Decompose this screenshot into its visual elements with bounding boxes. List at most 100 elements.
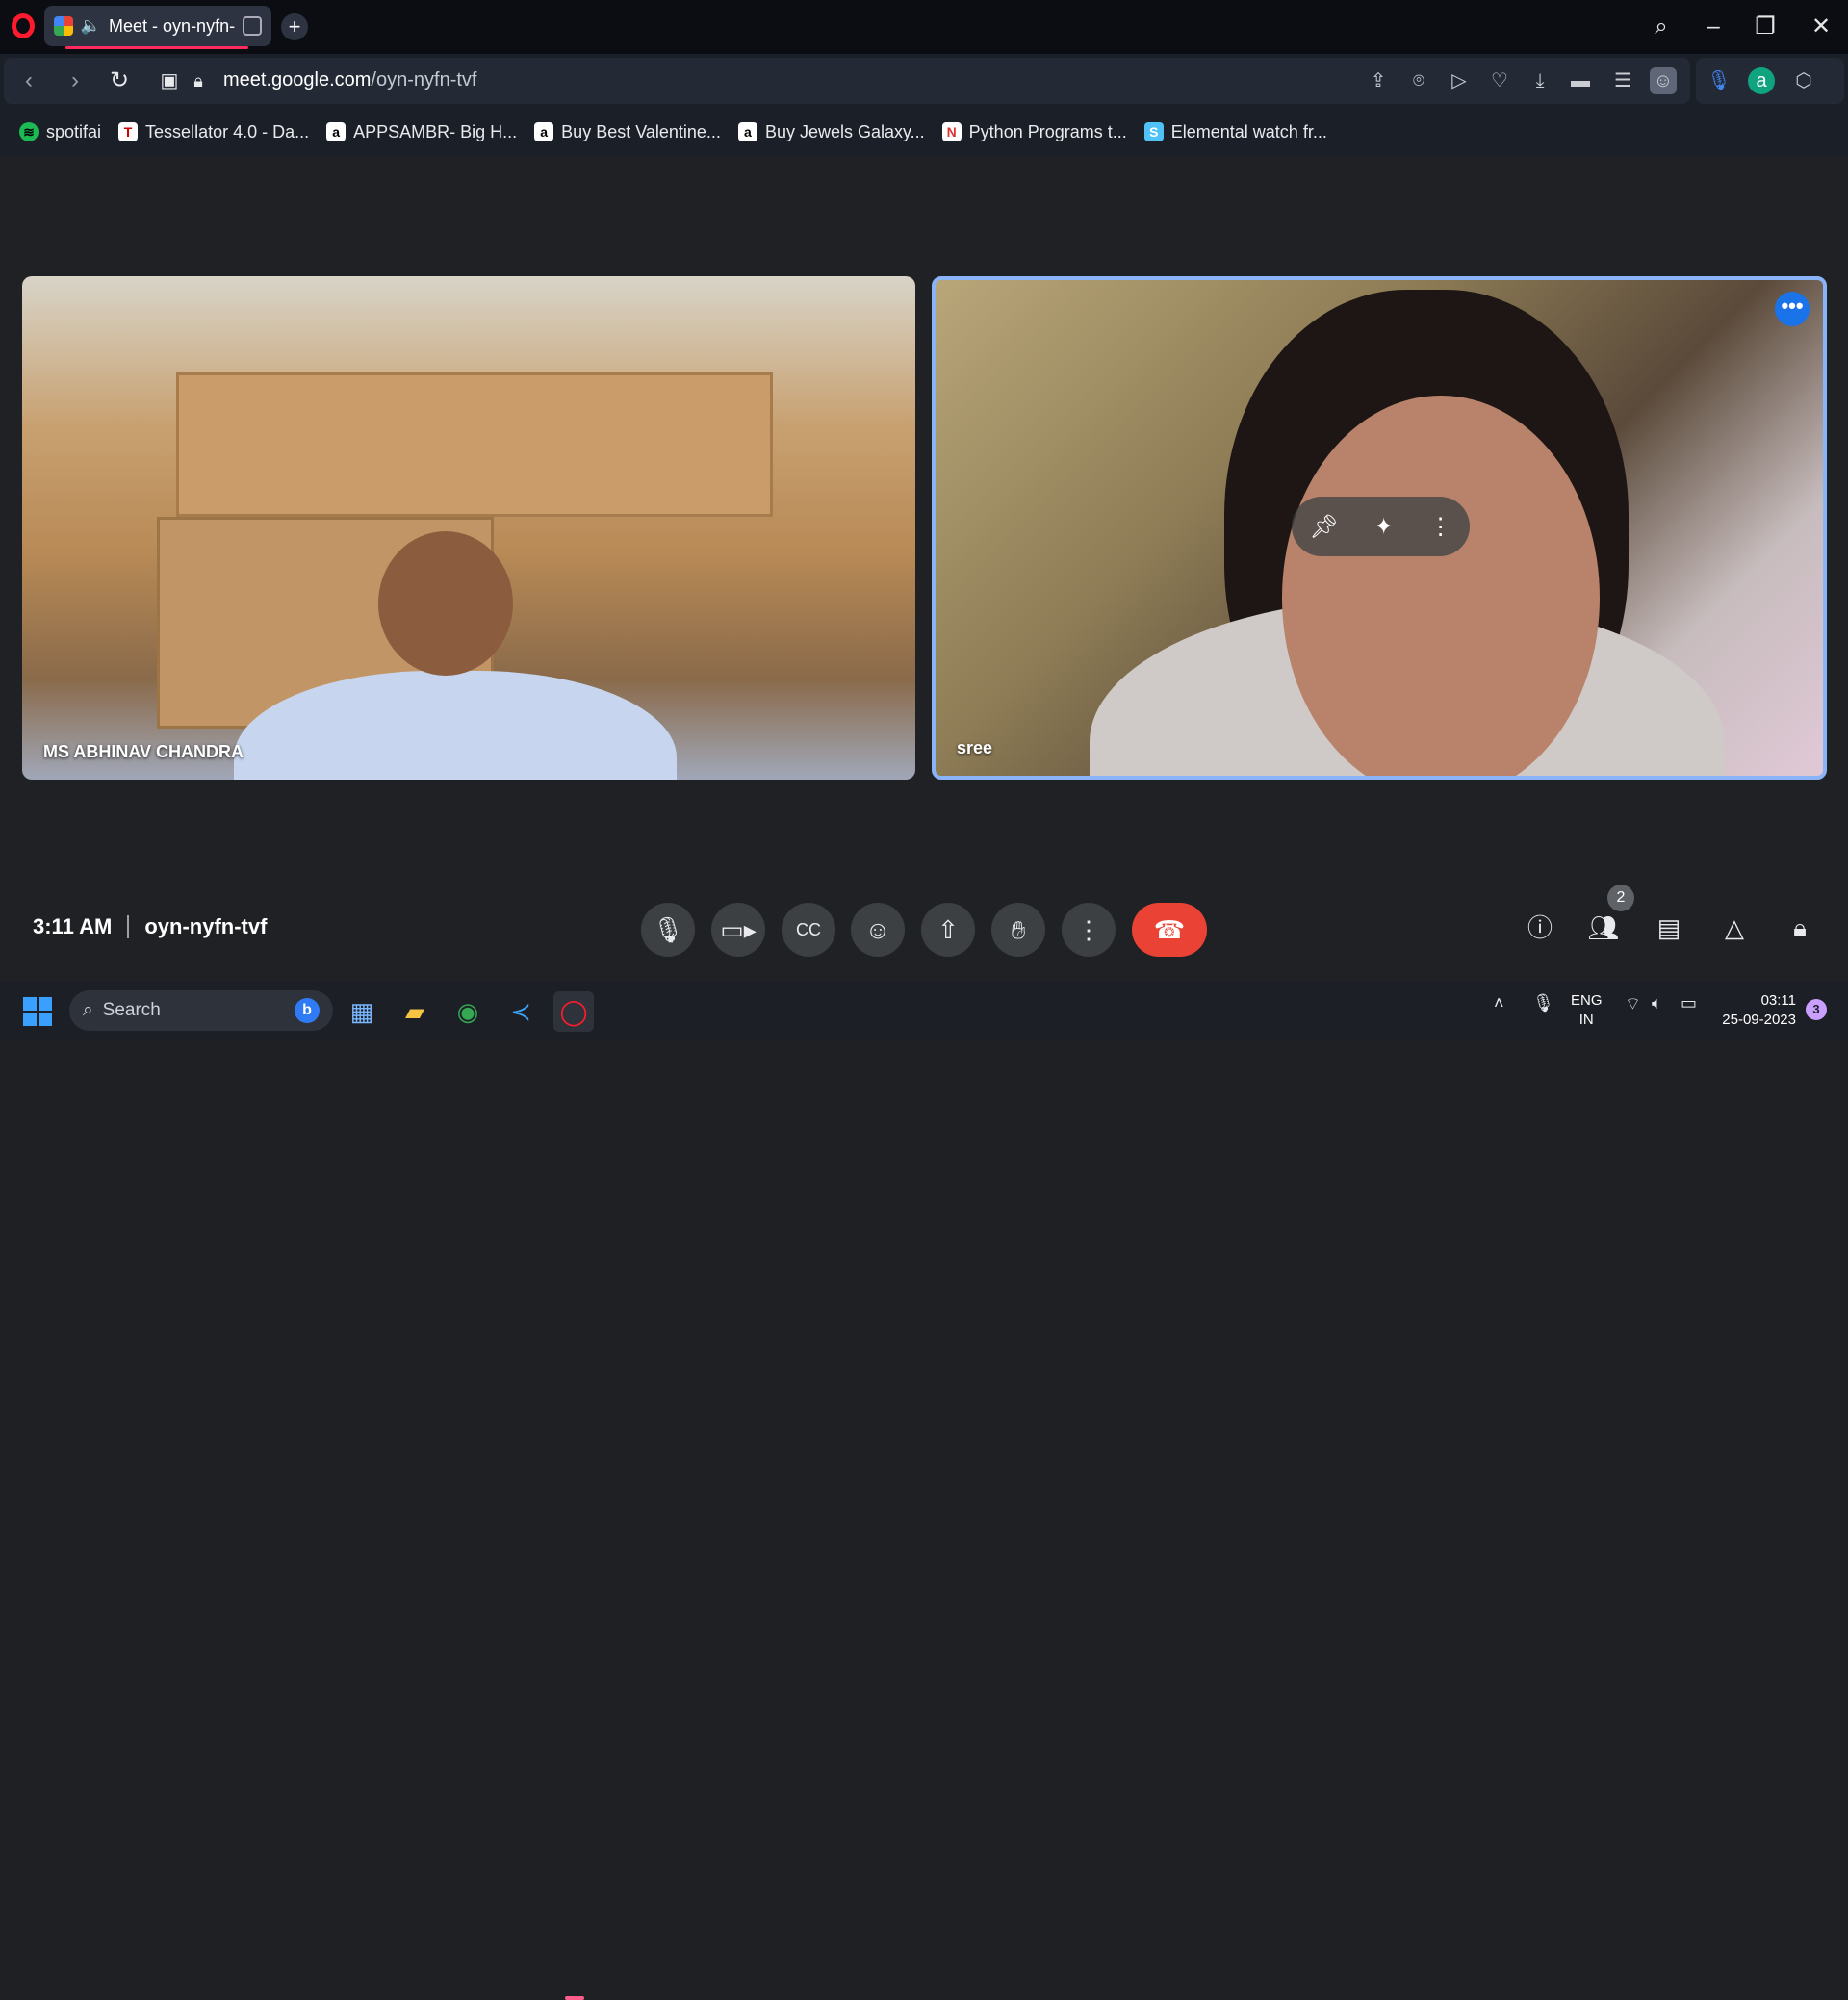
- play-icon[interactable]: ▷: [1446, 67, 1473, 94]
- activities-button[interactable]: △: [1715, 909, 1754, 947]
- leave-call-button[interactable]: ☎︎: [1132, 903, 1207, 957]
- visual-effects-icon[interactable]: ✦: [1374, 513, 1394, 541]
- region-code: IN: [1578, 1012, 1594, 1028]
- microphone-extension-icon[interactable]: 🎙︎: [1706, 67, 1732, 94]
- extensions-area: 🎙︎ a ⬡: [1696, 58, 1844, 104]
- bookmarks-bar: ≋ spotifai T Tessellator 4.0 - Da... a APPS…: [0, 108, 1848, 156]
- active-app-indicator: [565, 1996, 584, 2000]
- amazon-icon: a: [326, 122, 346, 141]
- tab-meet[interactable]: 🔈 Meet - oyn-nyfn-tvf: [44, 6, 271, 46]
- bookmark-appsambr[interactable]: a APPSAMBR- Big H...: [326, 122, 517, 142]
- more-vert-icon: ⋮: [1076, 915, 1101, 944]
- bookmark-elemental-watch[interactable]: S Elemental watch fr...: [1143, 122, 1327, 142]
- raise-hand-button[interactable]: ✋︎: [991, 903, 1045, 957]
- wifi-icon[interactable]: ⌔: [1625, 993, 1641, 1015]
- participant-name: MS ABHINAV CHANDRA: [43, 742, 244, 761]
- battery-icon[interactable]: ▭: [1681, 993, 1697, 1013]
- new-tab-button[interactable]: +: [281, 13, 308, 40]
- video-camera-icon: ▭▸: [720, 915, 757, 944]
- video-background: [176, 372, 773, 517]
- opera-taskbar-icon[interactable]: ◯: [553, 991, 594, 1032]
- hang-up-icon: ☎︎: [1153, 915, 1186, 944]
- info-icon: ⓘ: [1527, 913, 1553, 942]
- tab-snap-icon[interactable]: [243, 16, 262, 36]
- opera-logo-icon[interactable]: [12, 13, 35, 38]
- host-controls-button[interactable]: 🔒︎: [1781, 909, 1819, 947]
- camera-button[interactable]: ▭▸: [711, 903, 765, 957]
- notification-badge[interactable]: 3: [1806, 999, 1827, 1020]
- search-icon: ⌕: [83, 1000, 93, 1020]
- taskbar-search[interactable]: ⌕ Search b: [69, 990, 333, 1031]
- restore-button[interactable]: ❐: [1746, 10, 1784, 44]
- amazon-icon: a: [534, 122, 554, 141]
- chat-button[interactable]: ▤: [1650, 909, 1688, 947]
- volume-icon[interactable]: 🔈︎: [1652, 993, 1662, 1013]
- url-text[interactable]: meet.google.com/oyn-nyfn-tvf: [223, 69, 476, 91]
- reactions-button[interactable]: ☺: [851, 903, 905, 957]
- speaker-icon[interactable]: 🔈: [81, 16, 101, 36]
- bookmark-spotifai[interactable]: ≋ spotifai: [19, 122, 101, 142]
- microphone-icon: 🎙︎: [652, 915, 684, 944]
- camera-permission-icon[interactable]: ▣: [154, 65, 185, 96]
- clock-time: 03:11: [1760, 992, 1796, 1009]
- meeting-info-button[interactable]: ⓘ: [1521, 909, 1559, 947]
- amazon-icon: a: [737, 122, 757, 141]
- present-button[interactable]: ⇧: [921, 903, 975, 957]
- minimize-button[interactable]: –: [1694, 10, 1732, 44]
- tile-hover-controls: 📌︎ ✦ ⋮: [1292, 497, 1470, 556]
- activities-shapes-icon: △: [1725, 913, 1744, 942]
- chrome-icon[interactable]: ◉: [448, 991, 488, 1032]
- easy-setup-icon[interactable]: ☰: [1609, 67, 1636, 94]
- search-placeholder: Search: [102, 1000, 161, 1020]
- windows-taskbar: ⌕ Search b ▦ ▰ ◉ ≺ ◯ ˄ 🎙︎ ENG IN ⌔ 🔈︎ ▭ …: [0, 982, 1848, 2000]
- close-button[interactable]: ✕: [1802, 10, 1840, 44]
- participant-tile-1[interactable]: MS ABHINAV CHANDRA: [22, 276, 915, 780]
- address-bar[interactable]: ‹ › ↻ ▣ 🔒︎ meet.google.com/oyn-nyfn-tvf …: [4, 58, 1690, 104]
- spotify-icon: ≋: [19, 122, 38, 141]
- more-options-button[interactable]: ⋮: [1062, 903, 1116, 957]
- bookmark-jewels[interactable]: a Buy Jewels Galaxy...: [737, 122, 925, 142]
- bookmark-python-programs[interactable]: N Python Programs t...: [941, 122, 1127, 142]
- people-count-badge: 2: [1607, 885, 1634, 911]
- language-indicator[interactable]: ENG IN: [1571, 991, 1603, 1030]
- elemental-icon: S: [1143, 122, 1164, 141]
- heart-icon[interactable]: ♡: [1486, 67, 1513, 94]
- download-icon[interactable]: ⤓: [1527, 67, 1553, 94]
- share-icon[interactable]: ⇪: [1365, 67, 1392, 94]
- microphone-tray-icon[interactable]: 🎙︎: [1532, 993, 1554, 1013]
- closed-captions-icon: CC: [796, 920, 821, 939]
- tile-more-options-button[interactable]: •••: [1775, 292, 1810, 326]
- bookmark-valentine[interactable]: a Buy Best Valentine...: [534, 122, 721, 142]
- lock-icon[interactable]: 🔒︎: [183, 65, 214, 96]
- clock-date: 25-09-2023: [1722, 1012, 1796, 1028]
- back-icon[interactable]: ‹: [13, 65, 44, 96]
- vscode-icon[interactable]: ≺: [500, 991, 541, 1032]
- url-host: meet.google.com: [223, 69, 372, 90]
- profile-icon[interactable]: ☺: [1650, 67, 1677, 94]
- bing-icon[interactable]: b: [295, 998, 320, 1023]
- more-vert-icon[interactable]: ⋮: [1429, 513, 1452, 541]
- people-button[interactable]: 👥︎: [1584, 909, 1623, 947]
- chat-icon: ▤: [1656, 913, 1681, 942]
- battery-saver-icon[interactable]: ▬: [1567, 67, 1594, 94]
- reload-icon[interactable]: ↻: [104, 65, 135, 96]
- url-path: /oyn-nyfn-tvf: [371, 69, 477, 90]
- pin-icon[interactable]: 📌︎: [1309, 513, 1338, 541]
- meeting-code: oyn-nyfn-tvf: [144, 914, 268, 938]
- browser-search-icon[interactable]: ⌕: [1642, 10, 1681, 44]
- bookmark-tessellator[interactable]: T Tessellator 4.0 - Da...: [118, 122, 309, 142]
- captions-button[interactable]: CC: [782, 903, 835, 957]
- microphone-button[interactable]: 🎙︎: [641, 903, 695, 957]
- taskbar-clock[interactable]: 03:11 25-09-2023: [1719, 991, 1796, 1030]
- file-explorer-icon[interactable]: ▰: [395, 991, 435, 1032]
- grammarly-extension-icon[interactable]: a: [1748, 67, 1775, 94]
- extensions-cube-icon[interactable]: ⬡: [1790, 67, 1817, 94]
- hand-icon: ✋︎: [1011, 915, 1026, 944]
- browser-titlebar: 🔈 Meet - oyn-nyfn-tvf + ⌕ – ❐ ✕: [0, 0, 1848, 54]
- snapshot-camera-icon[interactable]: ⌾: [1405, 67, 1432, 94]
- calculator-icon[interactable]: ▦: [342, 991, 382, 1032]
- participant-tile-2[interactable]: ••• 📌︎ ✦ ⋮ sree: [932, 276, 1827, 780]
- show-hidden-icons-icon[interactable]: ˄: [1494, 993, 1504, 1013]
- forward-icon[interactable]: ›: [60, 65, 90, 96]
- windows-start-icon[interactable]: [23, 997, 52, 1026]
